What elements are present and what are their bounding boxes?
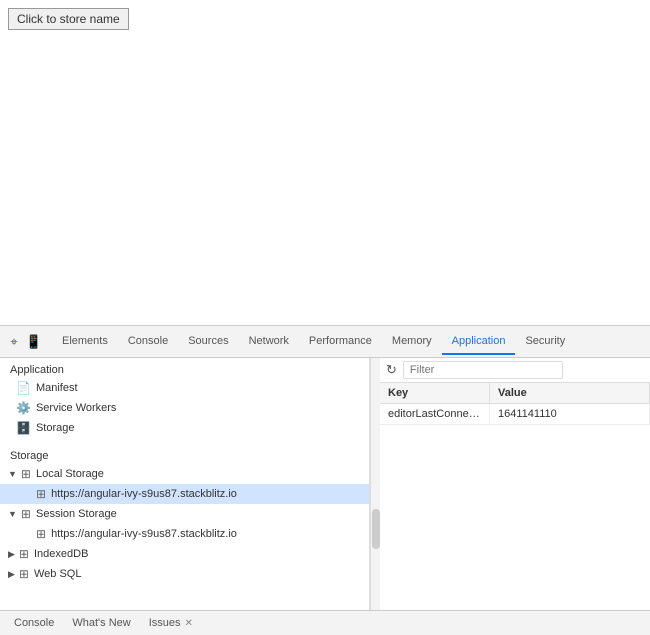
device-icon[interactable]: 📱 (25, 333, 43, 351)
col-header-key: Key (380, 383, 490, 403)
close-issues-icon[interactable]: ✕ (185, 618, 193, 629)
sidebar-scroll-thumb[interactable] (372, 509, 380, 549)
tab-security[interactable]: Security (515, 329, 575, 355)
sidebar-item-manifest[interactable]: 📄 Manifest (0, 378, 369, 398)
local-storage-toggle: ▼ (8, 469, 17, 479)
sidebar: Application 📄 Manifest ⚙️ Service Worker… (0, 358, 370, 610)
sidebar-label-web-sql: Web SQL (34, 568, 82, 580)
table-cell-key: editorLastConnec... (380, 404, 490, 424)
devtools-tab-icons: ⌖ 📱 (4, 333, 44, 351)
bottom-tabs-bar: Console What's New Issues ✕ (0, 610, 650, 635)
ss-angular-icon: ⊞ (36, 527, 46, 541)
sidebar-label-ss-angular: https://angular-ivy-s9us87.stackblitz.io (51, 528, 237, 540)
sidebar-item-ls-angular[interactable]: ⊞ https://angular-ivy-s9us87.stackblitz.… (0, 484, 369, 504)
sidebar-scrollbar[interactable] (370, 358, 380, 610)
sidebar-label-manifest: Manifest (36, 382, 78, 394)
filter-bar: ↻ (380, 358, 650, 383)
session-storage-toggle: ▼ (8, 509, 17, 519)
data-table: Key Value editorLastConnec... 1641141110 (380, 383, 650, 610)
bottom-tab-console-label: Console (14, 617, 54, 629)
panel-content: Application 📄 Manifest ⚙️ Service Worker… (0, 358, 650, 610)
col-header-value: Value (490, 383, 650, 403)
store-name-button[interactable]: Click to store name (8, 8, 129, 30)
inspect-icon[interactable]: ⌖ (5, 333, 23, 351)
bottom-tab-whats-new[interactable]: What's New (64, 614, 138, 632)
indexeddb-toggle: ▶ (8, 549, 15, 560)
devtools-panel: ⌖ 📱 Elements Console Sources Network Per… (0, 325, 650, 635)
sidebar-group-web-sql[interactable]: ▶ ⊞ Web SQL (0, 564, 369, 584)
filter-input[interactable] (403, 361, 563, 379)
bottom-tab-issues-label: Issues (149, 617, 181, 629)
tab-performance[interactable]: Performance (299, 329, 382, 355)
tab-network[interactable]: Network (239, 329, 299, 355)
main-content: Click to store name (0, 0, 650, 325)
ls-angular-icon: ⊞ (36, 487, 46, 501)
web-sql-icon: ⊞ (19, 567, 29, 581)
bottom-tab-issues[interactable]: Issues ✕ (141, 614, 201, 632)
tab-sources[interactable]: Sources (178, 329, 238, 355)
sidebar-label-storage: Storage (36, 422, 75, 434)
tab-console[interactable]: Console (118, 329, 178, 355)
sidebar-item-service-workers[interactable]: ⚙️ Service Workers (0, 398, 369, 418)
bottom-tab-console[interactable]: Console (6, 614, 62, 632)
storage-icon: 🗄️ (16, 421, 31, 435)
tab-elements[interactable]: Elements (52, 329, 118, 355)
table-cell-value: 1641141110 (490, 404, 650, 424)
table-header: Key Value (380, 383, 650, 404)
sidebar-group-indexeddb[interactable]: ▶ ⊞ IndexedDB (0, 544, 369, 564)
manifest-icon: 📄 (16, 381, 31, 395)
session-storage-icon: ⊞ (21, 507, 31, 521)
indexeddb-icon: ⊞ (19, 547, 29, 561)
sidebar-label-service-workers: Service Workers (36, 402, 116, 414)
sidebar-item-storage[interactable]: 🗄️ Storage (0, 418, 369, 438)
refresh-icon[interactable]: ↻ (386, 362, 397, 378)
right-panel: ↻ Key Value editorLastConnec... 16411411… (380, 358, 650, 610)
local-storage-icon: ⊞ (21, 467, 31, 481)
sidebar-label-ls-angular: https://angular-ivy-s9us87.stackblitz.io (51, 488, 237, 500)
sidebar-label-session-storage: Session Storage (36, 508, 117, 520)
sidebar-section-application: Application (0, 358, 369, 378)
web-sql-toggle: ▶ (8, 569, 15, 580)
tab-memory[interactable]: Memory (382, 329, 442, 355)
sidebar-section-storage: Storage (0, 444, 369, 464)
sidebar-label-local-storage: Local Storage (36, 468, 104, 480)
sidebar-item-ss-angular[interactable]: ⊞ https://angular-ivy-s9us87.stackblitz.… (0, 524, 369, 544)
service-workers-icon: ⚙️ (16, 401, 31, 415)
bottom-tab-whats-new-label: What's New (72, 617, 130, 629)
table-row[interactable]: editorLastConnec... 1641141110 (380, 404, 650, 425)
tab-application[interactable]: Application (442, 329, 516, 355)
devtools-tabs-bar: ⌖ 📱 Elements Console Sources Network Per… (0, 326, 650, 358)
sidebar-group-session-storage[interactable]: ▼ ⊞ Session Storage (0, 504, 369, 524)
sidebar-label-indexeddb: IndexedDB (34, 548, 88, 560)
sidebar-group-local-storage[interactable]: ▼ ⊞ Local Storage (0, 464, 369, 484)
